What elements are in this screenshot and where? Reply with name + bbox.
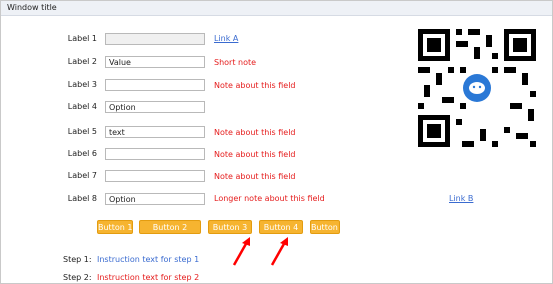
red-up-arrow-icon [270, 237, 288, 266]
button-2[interactable]: Button 2 [139, 220, 201, 234]
label-8: Label 8 [67, 194, 97, 203]
field-4[interactable]: Option [105, 101, 205, 113]
field-5-hint: Note about this field [214, 128, 296, 137]
field-2[interactable]: Value [105, 56, 205, 68]
field-6-hint: Note about this field [214, 150, 296, 159]
window-titlebar: Window title [1, 1, 552, 16]
label-6: Label 6 [67, 149, 97, 158]
red-up-arrow-icon [232, 237, 250, 266]
button-4[interactable]: Button 4 [259, 220, 303, 234]
field-8[interactable]: Option [105, 193, 205, 205]
qr-code-icon [412, 23, 542, 153]
button-1[interactable]: Button 1 [97, 220, 133, 234]
field-6[interactable] [105, 148, 205, 160]
field-1 [105, 33, 205, 45]
field-7-hint: Note about this field [214, 172, 296, 181]
field-8-value: Option [109, 195, 136, 204]
button-5[interactable]: Button 5 [310, 220, 345, 234]
label-4: Label 4 [67, 102, 97, 111]
link-a[interactable]: Link A [214, 34, 238, 43]
field-5[interactable]: text [105, 126, 205, 138]
label-1: Label 1 [67, 34, 97, 43]
label-3: Label 3 [67, 80, 97, 89]
link-b[interactable]: Link B [449, 194, 473, 203]
field-7[interactable] [105, 170, 205, 182]
label-7: Label 7 [67, 171, 97, 180]
field-3[interactable] [105, 79, 205, 91]
step-2-prefix: Step 2: [63, 273, 92, 282]
label-2: Label 2 [67, 57, 97, 66]
step-1-prefix: Step 1: [63, 255, 92, 264]
button-3[interactable]: Button 3 [208, 220, 252, 234]
field-2-hint: Short note [214, 58, 257, 67]
window-title: Window title [7, 3, 57, 12]
step-1-text: Instruction text for step 1 [97, 255, 200, 264]
field-8-hint: Longer note about this field [214, 194, 325, 203]
dialog-window: Window title Label 1 Link A Label 2 Valu… [0, 0, 553, 284]
field-3-hint: Note about this field [214, 81, 296, 90]
step-2-text: Instruction text for step 2 [97, 273, 200, 282]
label-5: Label 5 [67, 127, 97, 136]
